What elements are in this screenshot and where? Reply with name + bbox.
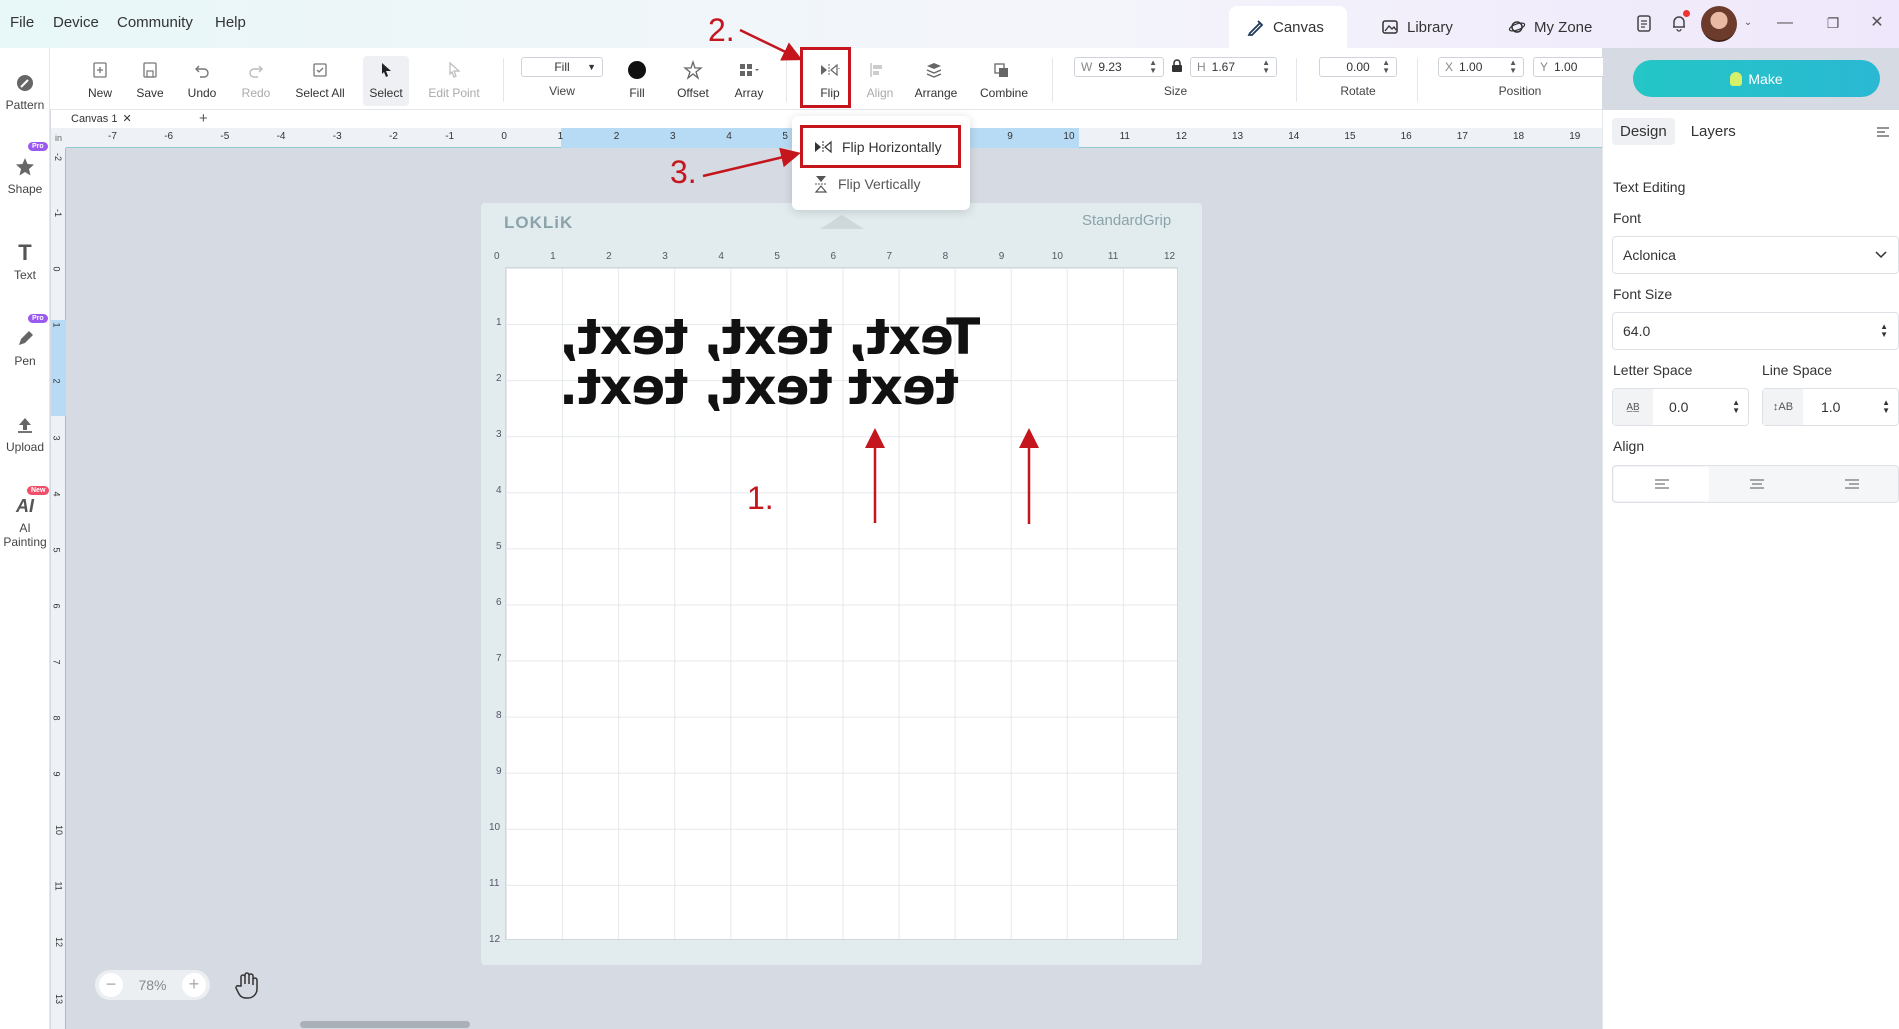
align-right-button[interactable]	[1804, 467, 1899, 501]
stepper-icon[interactable]: ▲ ▼	[1882, 399, 1890, 415]
panel-tabs: Design Layers	[1612, 118, 1744, 145]
zoom-control: − 78% +	[95, 970, 210, 1000]
letter-space-icon: A̲B̲	[1613, 389, 1653, 425]
font-label: Font	[1613, 210, 1642, 226]
annotation-step-1: 1.	[747, 480, 774, 516]
letter-space-label: Letter Space	[1613, 362, 1693, 378]
tab-design[interactable]: Design	[1612, 118, 1675, 145]
annotation-box-flip	[800, 47, 851, 108]
panel-collapse-icon[interactable]	[1876, 125, 1890, 139]
font-value: Aclonica	[1623, 247, 1676, 263]
text-editing-heading: Text Editing	[1613, 179, 1686, 195]
font-size-value: 64.0	[1623, 323, 1651, 339]
chevron-down-icon	[1875, 251, 1887, 259]
zoom-in-button[interactable]: +	[182, 973, 206, 997]
annotation-step-2: 2.	[708, 12, 735, 48]
align-left-icon	[1654, 479, 1669, 489]
text-align-group	[1612, 465, 1899, 503]
line-space-icon: ↕AB	[1763, 389, 1803, 425]
align-center-icon	[1749, 479, 1764, 489]
align-right-icon	[1844, 479, 1859, 489]
stepper-icon[interactable]: ▲ ▼	[1732, 399, 1740, 415]
font-size-label: Font Size	[1613, 286, 1673, 302]
zoom-level: 78%	[138, 977, 167, 993]
font-select[interactable]: Aclonica	[1612, 236, 1899, 274]
stepper-icon[interactable]: ▲ ▼	[1880, 323, 1888, 339]
font-size-input[interactable]: 64.0 ▲ ▼	[1612, 312, 1899, 350]
annotation-box-flip-horizontally	[800, 125, 961, 168]
line-space-input[interactable]: ↕AB 1.0 ▲ ▼	[1762, 388, 1899, 426]
zoom-out-button[interactable]: −	[99, 973, 123, 997]
align-left-button[interactable]	[1614, 467, 1709, 501]
annotation-step-3: 3.	[670, 154, 697, 190]
tab-layers[interactable]: Layers	[1683, 118, 1744, 145]
line-space-label: Line Space	[1762, 362, 1833, 378]
align-center-button[interactable]	[1709, 467, 1804, 501]
hand-pan-icon[interactable]	[233, 970, 261, 1000]
horizontal-scrollbar[interactable]	[300, 1021, 470, 1028]
align-label: Align	[1613, 438, 1645, 454]
letter-space-input[interactable]: A̲B̲ 0.0 ▲ ▼	[1612, 388, 1749, 426]
line-space-value: 1.0	[1821, 399, 1841, 415]
letter-space-value: 0.0	[1669, 399, 1689, 415]
